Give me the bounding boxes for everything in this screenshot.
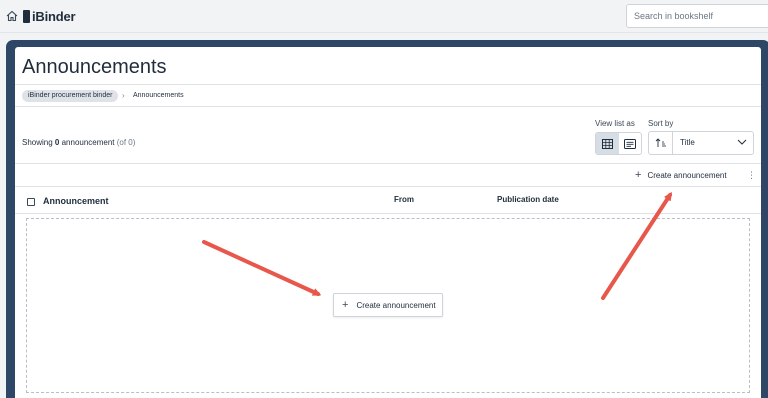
grid-view-button[interactable] bbox=[596, 133, 619, 154]
list-icon bbox=[623, 138, 636, 149]
column-header-announcement[interactable]: Announcement bbox=[43, 196, 109, 206]
main-panel: Announcements iBinder procurement binder… bbox=[15, 47, 761, 398]
sort-select[interactable]: Title bbox=[648, 131, 754, 155]
divider bbox=[15, 106, 761, 107]
ibinder-logo[interactable]: iBinder bbox=[23, 8, 76, 24]
home-icon[interactable] bbox=[6, 10, 18, 22]
chevron-down-icon bbox=[737, 139, 747, 145]
grid-icon bbox=[601, 138, 613, 149]
sort-ascending-icon bbox=[655, 138, 666, 147]
view-toggle bbox=[595, 132, 642, 155]
divider bbox=[15, 84, 761, 85]
plus-icon: + bbox=[342, 299, 349, 311]
divider bbox=[15, 163, 761, 164]
top-bar: iBinder Search in bookshelf bbox=[0, 0, 768, 33]
create-announcement-toolbar-button[interactable]: + Create announcement bbox=[635, 168, 727, 182]
more-options-icon[interactable]: ⋮ bbox=[747, 168, 756, 182]
results-count: Showing 0 announcement (of 0) bbox=[22, 138, 136, 147]
column-header-publication-date[interactable]: Publication date bbox=[497, 195, 559, 204]
create-announcement-label: Create announcement bbox=[647, 170, 727, 180]
page-title: Announcements bbox=[22, 56, 167, 78]
create-announcement-empty-button[interactable]: + Create announcement bbox=[333, 293, 443, 317]
sort-value: Title bbox=[680, 138, 695, 147]
column-header-from[interactable]: From bbox=[394, 195, 414, 204]
select-all-checkbox[interactable] bbox=[27, 198, 35, 206]
divider bbox=[15, 213, 761, 214]
search-input[interactable]: Search in bookshelf bbox=[626, 4, 768, 28]
sort-direction-button[interactable] bbox=[649, 132, 673, 154]
chevron-right-icon: › bbox=[122, 91, 125, 100]
breadcrumb-parent[interactable]: iBinder procurement binder bbox=[22, 90, 119, 102]
sort-by-label: Sort by bbox=[648, 119, 674, 128]
plus-icon: + bbox=[635, 169, 642, 181]
logo-mark-icon bbox=[23, 9, 30, 23]
view-list-label: View list as bbox=[595, 119, 635, 128]
divider bbox=[15, 186, 761, 187]
list-view-button[interactable] bbox=[619, 133, 642, 154]
logo-text: iBinder bbox=[32, 8, 76, 24]
create-announcement-label: Create announcement bbox=[356, 300, 436, 310]
breadcrumb-current: Announcements bbox=[133, 92, 184, 99]
